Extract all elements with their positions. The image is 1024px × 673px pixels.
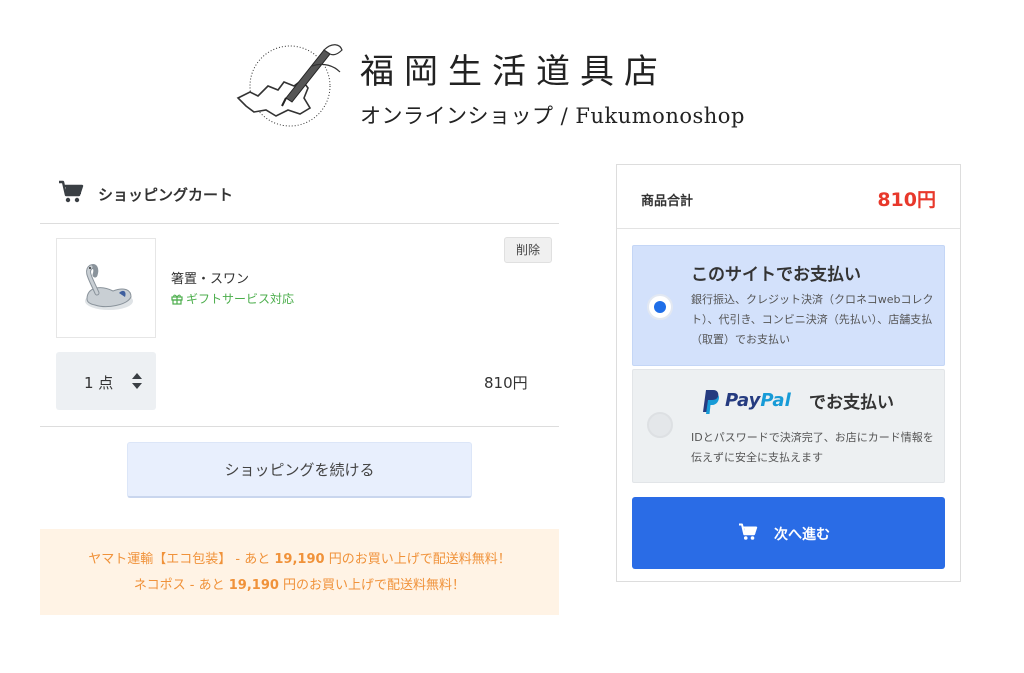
product-thumbnail[interactable] — [56, 238, 156, 338]
paypal-description: IDとパスワードで決済完了、お店にカード情報を伝えずに安全に支払えます — [691, 431, 934, 464]
product-name[interactable]: 箸置・スワン — [171, 268, 249, 287]
pay-on-site-title: このサイトでお支払い — [691, 265, 861, 285]
quantity-value: 1 点 — [84, 374, 114, 392]
subtotal-row: 商品合計 810円 — [617, 165, 960, 229]
brand-title: 福岡生活道具店 — [360, 52, 668, 92]
pay-on-site-option[interactable]: このサイトでお支払い 銀行振込、クレジット決済（クロネコwebコレクト）、代引き… — [632, 245, 945, 366]
next-step-button[interactable]: 次へ進む — [632, 497, 945, 569]
subtotal-value: 810円 — [877, 189, 936, 211]
gift-service-label: ギフトサービス対応 — [171, 290, 294, 307]
next-step-label: 次へ進む — [774, 527, 830, 543]
cart-icon — [59, 180, 84, 203]
cart-item: 箸置・スワン ギフトサービス対応 削除 1 点 810円 — [40, 224, 559, 427]
gift-service-text: ギフトサービス対応 — [186, 292, 295, 306]
continue-shopping-button[interactable]: ショッピングを続ける — [127, 442, 472, 498]
delete-button[interactable]: 削除 — [504, 237, 552, 263]
gift-icon — [171, 294, 183, 305]
up-down-arrows-icon — [132, 373, 142, 389]
paypal-logo-pal: Pal — [760, 390, 791, 411]
radio-selected-icon[interactable] — [647, 294, 673, 320]
cart-title: ショッピングカート — [98, 186, 234, 204]
site-header: 福岡生活道具店 オンラインショップ / Fukumonoshop — [0, 0, 1024, 150]
paypal-option[interactable]: PayPal でお支払い IDとパスワードで決済完了、お店にカード情報を伝えずに… — [632, 369, 945, 483]
cart-icon — [739, 523, 758, 540]
free-shipping-notice: ヤマト運輸【エコ包装】 - あと 19,190 円のお買い上げで配送料無料！ ネ… — [40, 529, 559, 615]
pay-on-site-description: 銀行振込、クレジット決済（クロネコwebコレクト）、代引き、コンビニ決済（先払い… — [691, 293, 934, 346]
paypal-p-icon — [703, 390, 719, 414]
subtotal-label: 商品合計 — [641, 194, 694, 209]
order-summary: 商品合計 810円 このサイトでお支払い 銀行振込、クレジット決済（クロネコwe… — [616, 164, 961, 582]
brand-subtitle: オンラインショップ / Fukumonoshop — [360, 104, 745, 128]
paypal-title: でお支払い — [809, 393, 894, 413]
notice-line-yamato: ヤマト運輸【エコ包装】 - あと 19,190 円のお買い上げで配送料無料！ — [88, 552, 511, 567]
item-price: 810円 — [484, 374, 528, 392]
radio-unselected-icon[interactable] — [647, 412, 673, 438]
fukuoka-map-pen-logo[interactable] — [228, 36, 346, 132]
swan-chopstick-rest-image — [85, 264, 133, 310]
paypal-logo-pay: Pay — [725, 390, 761, 411]
cart-header: ショッピングカート — [40, 168, 559, 224]
notice-line-nekopos: ネコポス - あと 19,190 円のお買い上げで配送料無料！ — [133, 578, 466, 593]
quantity-select[interactable]: 1 点 — [56, 352, 156, 410]
